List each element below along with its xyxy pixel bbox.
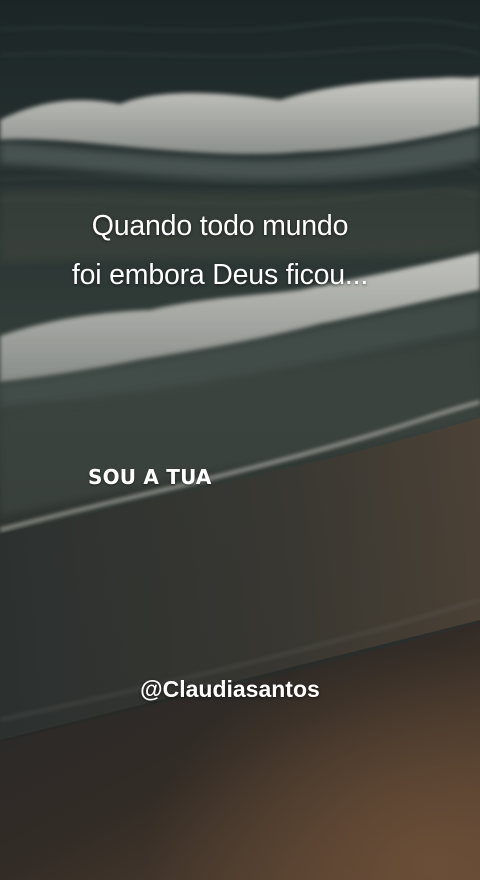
quote-line-2: foi embora Deus ficou... <box>71 259 369 291</box>
quote-line-1: Quando todo mundo <box>91 210 349 242</box>
video-frame: Quando todo mundo foi embora Deus ficou.… <box>0 0 480 880</box>
author-handle: @Claudiasantos <box>140 676 320 702</box>
lyric-caption: SOU A TUA <box>88 465 212 489</box>
beach-background <box>0 0 480 880</box>
quote-text: Quando todo mundo foi embora Deus ficou.… <box>0 202 440 300</box>
